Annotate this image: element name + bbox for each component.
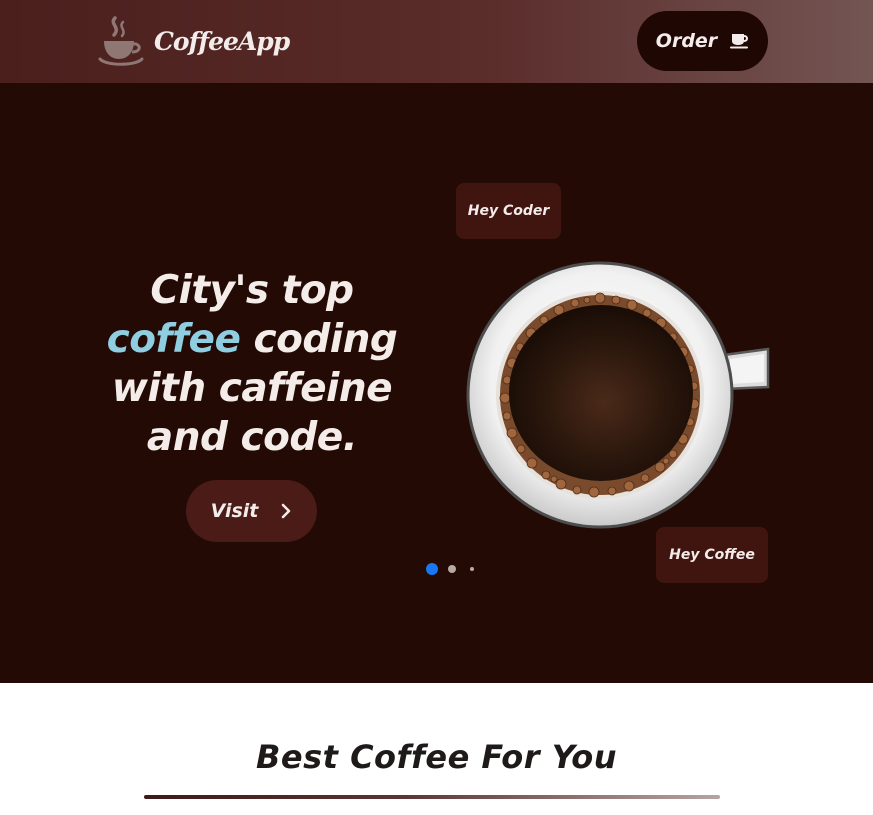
chevron-right-icon bbox=[282, 503, 291, 519]
headline-line-2: coding bbox=[240, 317, 398, 362]
visit-label: Visit bbox=[210, 500, 259, 522]
carousel-indicators bbox=[424, 562, 480, 576]
hey-coffee-bubble: Hey Coffee bbox=[656, 527, 768, 583]
headline-line-4: and code. bbox=[146, 415, 358, 460]
section-title: Best Coffee For You bbox=[255, 738, 618, 776]
headline-highlight: coffee bbox=[106, 317, 241, 362]
hey-coder-bubble: Hey Coder bbox=[456, 183, 561, 239]
hero-section: City's top coffee coding with caffeine a… bbox=[0, 83, 873, 683]
headline-line-1: City's top bbox=[150, 268, 354, 313]
coffee-cup-image bbox=[466, 261, 770, 529]
top-navbar: CoffeeApp Order bbox=[0, 0, 873, 83]
logo-text: CoffeeApp bbox=[154, 26, 290, 56]
carousel-dot-active[interactable] bbox=[426, 563, 438, 575]
hero-headline: City's top coffee coding with caffeine a… bbox=[92, 266, 412, 462]
visit-button[interactable]: Visit bbox=[186, 480, 317, 542]
coffee-cup-icon bbox=[730, 34, 749, 49]
coffee-cup-steam-icon bbox=[98, 16, 144, 66]
order-label: Order bbox=[655, 30, 718, 52]
carousel-dot[interactable] bbox=[470, 567, 474, 571]
order-button[interactable]: Order bbox=[637, 11, 768, 71]
carousel-dot[interactable] bbox=[448, 565, 456, 573]
headline-line-3: with caffeine bbox=[111, 366, 393, 411]
logo[interactable]: CoffeeApp bbox=[98, 16, 290, 66]
section-divider bbox=[144, 795, 720, 799]
